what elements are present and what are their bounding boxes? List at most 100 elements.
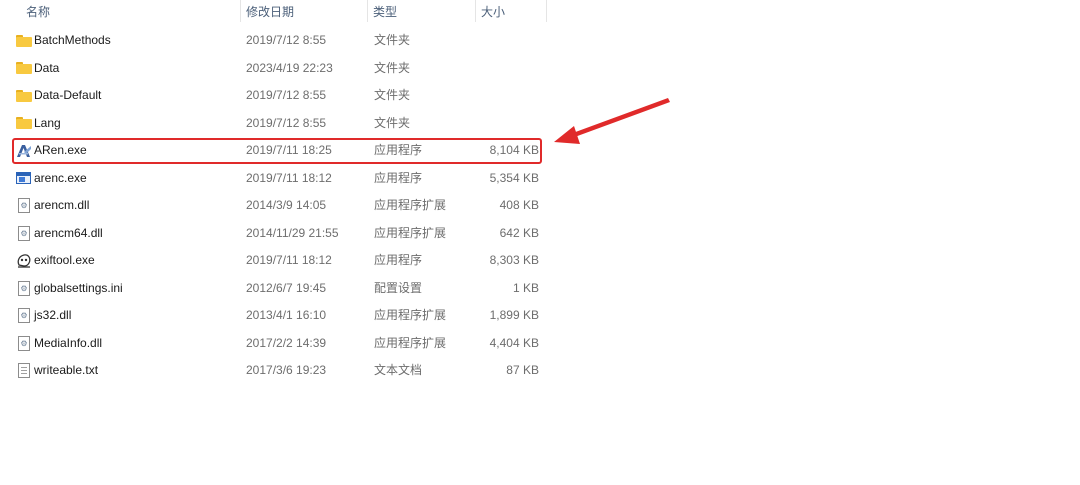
file-type: 文件夹 bbox=[374, 88, 411, 102]
text-file-icon bbox=[18, 363, 30, 379]
column-header-name[interactable]: 名称 ⌃ bbox=[20, 0, 238, 22]
file-size: 87 KB bbox=[506, 363, 539, 377]
file-type: 配置设置 bbox=[374, 280, 423, 295]
file-size: 8,303 KB bbox=[489, 253, 539, 267]
file-row[interactable]: ⚙ globalsettings.ini 2012/6/7 19:45 配置设置 1 K… bbox=[0, 275, 546, 303]
dll-file-icon: ⚙ bbox=[18, 198, 30, 214]
folder-icon bbox=[16, 34, 32, 47]
file-icon-cell bbox=[16, 137, 32, 165]
file-row[interactable]: writeable.txt 2017/3/6 19:23 文本文档 87 KB bbox=[0, 357, 546, 385]
file-row[interactable]: Data 2023/4/19 22:23 文件夹 bbox=[0, 55, 546, 83]
file-list: BatchMethods 2019/7/12 8:55 文件夹 Data 2023/4/… bbox=[0, 27, 546, 385]
file-modified-date: 2019/7/11 18:12 bbox=[246, 170, 332, 185]
file-modified-date: 2012/6/7 19:45 bbox=[246, 280, 327, 295]
file-row[interactable]: ⚙ js32.dll 2013/4/1 16:10 应用程序扩展 1,899 KB bbox=[0, 302, 546, 330]
file-size: 642 KB bbox=[499, 225, 539, 240]
file-icon-cell: ⚙ bbox=[16, 220, 32, 248]
file-name: Lang bbox=[34, 115, 61, 130]
file-name: exiftool.exe bbox=[34, 253, 95, 267]
file-icon-cell bbox=[16, 165, 32, 193]
file-name: ARen.exe bbox=[34, 143, 87, 157]
ini-file-icon: ⚙ bbox=[18, 280, 30, 296]
file-modified-date: 2019/7/11 18:25 bbox=[246, 143, 332, 157]
column-divider[interactable] bbox=[546, 0, 547, 22]
file-name: js32.dll bbox=[34, 308, 72, 322]
file-size bbox=[440, 55, 539, 83]
folder-icon bbox=[16, 89, 32, 102]
file-row[interactable]: ⚙ arencm64.dll 2014/11/29 21:55 应用程序扩展 642 K… bbox=[0, 220, 546, 248]
file-size: 8,104 KB bbox=[489, 143, 539, 157]
file-icon-cell: ⚙ bbox=[16, 302, 32, 330]
column-header-name-label: 名称 bbox=[26, 5, 51, 19]
file-type: 应用程序 bbox=[374, 143, 423, 157]
exiftool-app-icon bbox=[17, 253, 31, 268]
file-icon-cell bbox=[16, 357, 32, 385]
file-icon-cell: ⚙ bbox=[16, 275, 32, 303]
file-name: Data-Default bbox=[34, 88, 102, 102]
dll-file-icon: ⚙ bbox=[18, 225, 30, 241]
folder-icon bbox=[16, 62, 32, 75]
file-type: 文件夹 bbox=[374, 60, 411, 75]
file-row[interactable]: ⚙ MediaInfo.dll 2017/2/2 14:39 应用程序扩展 4,404 … bbox=[0, 330, 546, 358]
file-row[interactable]: Data-Default 2019/7/12 8:55 文件夹 bbox=[0, 82, 546, 110]
file-modified-date: 2019/7/12 8:55 bbox=[246, 33, 327, 47]
file-size bbox=[440, 27, 539, 55]
file-size: 1,899 KB bbox=[489, 308, 539, 322]
dll-file-icon: ⚙ bbox=[18, 308, 30, 324]
column-header-type-label: 类型 bbox=[373, 5, 398, 19]
file-name: BatchMethods bbox=[34, 33, 111, 47]
file-size bbox=[440, 110, 539, 138]
file-modified-date: 2013/4/1 16:10 bbox=[246, 308, 327, 322]
file-row[interactable]: ⚙ arencm.dll 2014/3/9 14:05 应用程序扩展 408 KB bbox=[0, 192, 546, 220]
file-modified-date: 2019/7/12 8:55 bbox=[246, 88, 327, 102]
file-modified-date: 2023/4/19 22:23 bbox=[246, 60, 333, 75]
file-modified-date: 2014/3/9 14:05 bbox=[246, 198, 327, 212]
column-header-type[interactable]: 类型 bbox=[367, 0, 473, 22]
red-arrow-annotation bbox=[554, 98, 670, 144]
file-modified-date: 2019/7/11 18:12 bbox=[246, 253, 332, 267]
aren-app-icon bbox=[17, 144, 31, 157]
file-type: 应用程序 bbox=[374, 170, 423, 185]
file-row[interactable]: exiftool.exe 2019/7/11 18:12 应用程序 8,303 KB bbox=[0, 247, 546, 275]
column-header-date-label: 修改日期 bbox=[246, 5, 295, 19]
file-icon-cell bbox=[16, 110, 32, 138]
dll-file-icon: ⚙ bbox=[18, 335, 30, 351]
folder-icon bbox=[16, 117, 32, 130]
file-icon-cell bbox=[16, 247, 32, 275]
file-row[interactable]: Lang 2019/7/12 8:55 文件夹 bbox=[0, 110, 546, 138]
application-window-icon bbox=[16, 172, 31, 185]
file-icon-cell bbox=[16, 82, 32, 110]
file-explorer-view: 名称 ⌃ 修改日期 类型 大小 BatchMethods 2019/7/12 8:… bbox=[0, 0, 1080, 485]
column-header-size-label: 大小 bbox=[481, 5, 506, 19]
file-modified-date: 2017/3/6 19:23 bbox=[246, 363, 327, 377]
file-name: Data bbox=[34, 60, 60, 75]
file-row[interactable]: BatchMethods 2019/7/12 8:55 文件夹 bbox=[0, 27, 546, 55]
file-row[interactable]: arenc.exe 2019/7/11 18:12 应用程序 5,354 KB bbox=[0, 165, 546, 193]
file-name: writeable.txt bbox=[34, 363, 99, 377]
file-modified-date: 2017/2/2 14:39 bbox=[246, 335, 327, 350]
file-size: 4,404 KB bbox=[489, 335, 539, 350]
file-icon-cell: ⚙ bbox=[16, 192, 32, 220]
sort-ascending-icon: ⌃ bbox=[144, 0, 156, 5]
file-name: globalsettings.ini bbox=[34, 280, 123, 295]
file-type: 应用程序扩展 bbox=[374, 225, 447, 240]
file-modified-date: 2014/11/29 21:55 bbox=[246, 225, 339, 240]
column-header-bar: 名称 ⌃ 修改日期 类型 大小 bbox=[0, 0, 547, 22]
file-type: 应用程序 bbox=[374, 253, 423, 267]
file-type: 应用程序扩展 bbox=[374, 335, 447, 350]
file-name: arencm64.dll bbox=[34, 225, 103, 240]
file-size: 5,354 KB bbox=[489, 170, 539, 185]
file-name: arenc.exe bbox=[34, 170, 87, 185]
file-type: 文件夹 bbox=[374, 33, 411, 47]
file-type: 文件夹 bbox=[374, 115, 411, 130]
file-type: 应用程序扩展 bbox=[374, 308, 447, 322]
file-icon-cell: ⚙ bbox=[16, 330, 32, 358]
file-size: 1 KB bbox=[512, 280, 539, 295]
file-modified-date: 2019/7/12 8:55 bbox=[246, 115, 327, 130]
column-header-size[interactable]: 大小 bbox=[475, 0, 546, 22]
file-type: 应用程序扩展 bbox=[374, 198, 447, 212]
column-header-date[interactable]: 修改日期 bbox=[240, 0, 364, 22]
file-row[interactable]: ARen.exe 2019/7/11 18:25 应用程序 8,104 KB bbox=[0, 137, 546, 165]
file-size: 408 KB bbox=[499, 198, 539, 212]
file-name: MediaInfo.dll bbox=[34, 335, 103, 350]
